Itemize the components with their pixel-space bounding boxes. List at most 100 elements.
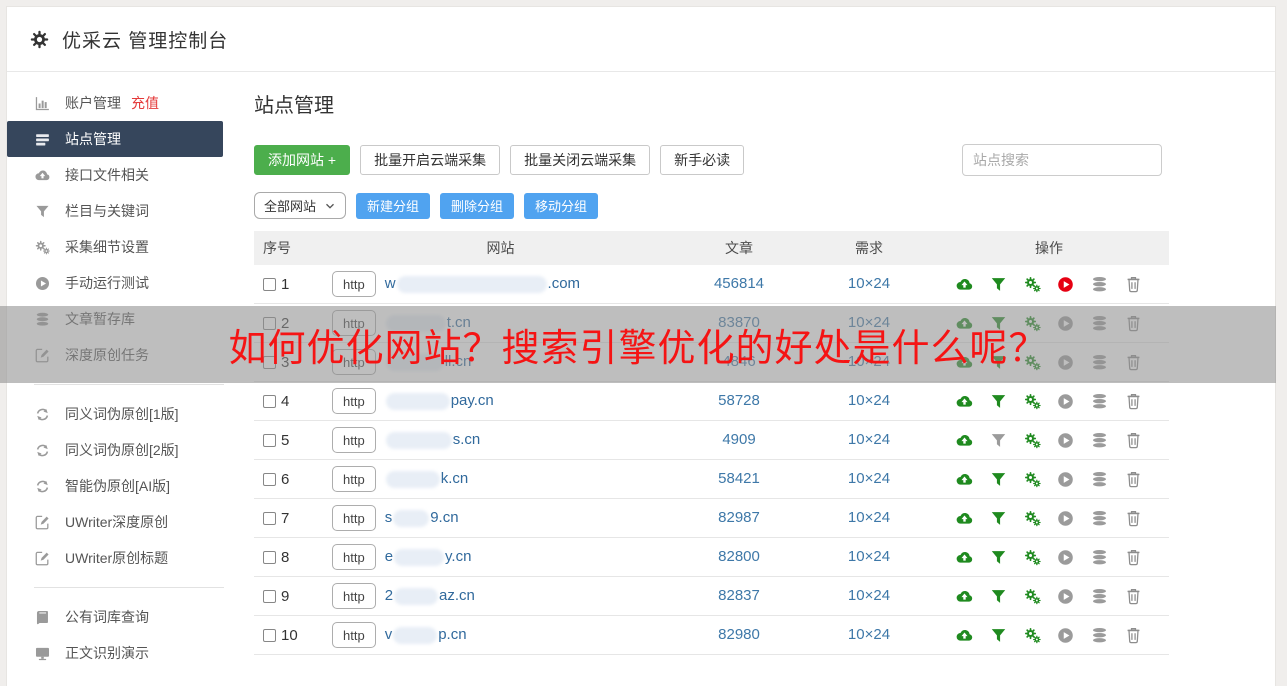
gears-icon[interactable] [1023, 470, 1042, 489]
play-icon[interactable] [1056, 275, 1075, 294]
row-checkbox[interactable] [263, 394, 276, 408]
http-protocol-button[interactable]: http [332, 583, 376, 609]
batch-enable-cloud-button[interactable]: 批量开启云端采集 [360, 145, 501, 175]
batch-disable-cloud-button[interactable]: 批量关闭云端采集 [510, 145, 651, 175]
http-protocol-button[interactable]: http [332, 622, 376, 648]
http-protocol-button[interactable]: http [332, 427, 376, 453]
articles-count-link[interactable]: 4909 [722, 431, 755, 448]
sidebar-item-refresh-icon[interactable]: 同义词伪原创[1版] [7, 396, 223, 432]
site-domain-link[interactable]: s.cn [385, 431, 480, 449]
row-checkbox[interactable] [263, 589, 276, 603]
database-icon[interactable] [1090, 587, 1109, 606]
articles-count-link[interactable]: 58728 [718, 392, 760, 409]
funnel-icon[interactable] [989, 392, 1008, 411]
demand-link[interactable]: 10×24 [848, 275, 890, 292]
gears-icon[interactable] [1023, 275, 1042, 294]
row-checkbox[interactable] [263, 511, 276, 525]
site-domain-link[interactable]: 2 az.cn [385, 587, 475, 605]
funnel-icon[interactable] [989, 548, 1008, 567]
cloud-upload-icon[interactable] [955, 509, 974, 528]
demand-link[interactable]: 10×24 [848, 470, 890, 487]
database-icon[interactable] [1090, 626, 1109, 645]
cloud-upload-icon[interactable] [955, 275, 974, 294]
play-icon[interactable] [1056, 587, 1075, 606]
database-icon[interactable] [1090, 275, 1109, 294]
play-icon[interactable] [1056, 392, 1075, 411]
demand-link[interactable]: 10×24 [848, 587, 890, 604]
sidebar-item-bar-chart-icon[interactable]: 账户管理 充值 [7, 85, 223, 121]
database-icon[interactable] [1090, 392, 1109, 411]
row-checkbox[interactable] [263, 550, 276, 564]
articles-count-link[interactable]: 82837 [718, 587, 760, 604]
demand-link[interactable]: 10×24 [848, 548, 890, 565]
site-domain-link[interactable]: k.cn [385, 470, 468, 488]
sidebar-item-pen-icon[interactable]: UWriter原创标题 [7, 540, 223, 576]
articles-count-link[interactable]: 58421 [718, 470, 760, 487]
sidebar-item-monitor-icon[interactable]: 正文识别演示 [7, 635, 223, 671]
http-protocol-button[interactable]: http [332, 544, 376, 570]
http-protocol-button[interactable]: http [332, 466, 376, 492]
trash-icon[interactable] [1124, 548, 1143, 567]
cloud-upload-icon[interactable] [955, 626, 974, 645]
trash-icon[interactable] [1124, 392, 1143, 411]
demand-link[interactable]: 10×24 [848, 392, 890, 409]
articles-count-link[interactable]: 82800 [718, 548, 760, 565]
gears-icon[interactable] [1023, 392, 1042, 411]
row-checkbox[interactable] [263, 277, 276, 291]
articles-count-link[interactable]: 456814 [714, 275, 764, 292]
gears-icon[interactable] [1023, 509, 1042, 528]
trash-icon[interactable] [1124, 587, 1143, 606]
sidebar-item-gears-icon[interactable]: 采集细节设置 [7, 229, 223, 265]
funnel-icon[interactable] [989, 509, 1008, 528]
cloud-upload-icon[interactable] [955, 470, 974, 489]
articles-count-link[interactable]: 82987 [718, 509, 760, 526]
sidebar-item-book-icon[interactable]: 公有词库查询 [7, 599, 223, 635]
row-checkbox[interactable] [263, 472, 276, 486]
sidebar-item-list-icon[interactable]: 站点管理 [7, 121, 223, 157]
row-checkbox[interactable] [263, 433, 276, 447]
site-domain-link[interactable]: w .com [385, 275, 580, 293]
sidebar-item-pen-icon[interactable]: UWriter深度原创 [7, 504, 223, 540]
database-icon[interactable] [1090, 509, 1109, 528]
new-group-button[interactable]: 新建分组 [356, 192, 431, 219]
gears-icon[interactable] [1023, 587, 1042, 606]
play-icon[interactable] [1056, 431, 1075, 450]
sidebar-item-play-icon[interactable]: 手动运行测试 [7, 265, 223, 301]
recharge-link[interactable]: 充值 [131, 93, 159, 113]
http-protocol-button[interactable]: http [332, 388, 376, 414]
site-search-input[interactable] [962, 144, 1162, 176]
play-icon[interactable] [1056, 626, 1075, 645]
site-domain-link[interactable]: s 9.cn [385, 509, 459, 527]
site-domain-link[interactable]: pay.cn [385, 392, 494, 410]
site-domain-link[interactable]: v p.cn [385, 626, 467, 644]
articles-count-link[interactable]: 82980 [718, 626, 760, 643]
http-protocol-button[interactable]: http [332, 271, 376, 297]
play-icon[interactable] [1056, 548, 1075, 567]
database-icon[interactable] [1090, 548, 1109, 567]
gears-icon[interactable] [1023, 626, 1042, 645]
cloud-upload-icon[interactable] [955, 587, 974, 606]
sidebar-item-refresh-icon[interactable]: 智能伪原创[AI版] [7, 468, 223, 504]
row-checkbox[interactable] [263, 628, 276, 642]
sidebar-item-refresh-icon[interactable]: 同义词伪原创[2版] [7, 432, 223, 468]
gears-icon[interactable] [1023, 431, 1042, 450]
play-icon[interactable] [1056, 509, 1075, 528]
cloud-upload-icon[interactable] [955, 392, 974, 411]
move-group-button[interactable]: 移动分组 [524, 192, 599, 219]
cloud-upload-icon[interactable] [955, 548, 974, 567]
delete-group-button[interactable]: 删除分组 [440, 192, 515, 219]
trash-icon[interactable] [1124, 470, 1143, 489]
funnel-icon[interactable] [989, 587, 1008, 606]
demand-link[interactable]: 10×24 [848, 431, 890, 448]
trash-icon[interactable] [1124, 509, 1143, 528]
funnel-icon[interactable] [989, 626, 1008, 645]
database-icon[interactable] [1090, 431, 1109, 450]
play-icon[interactable] [1056, 470, 1075, 489]
site-domain-link[interactable]: e y.cn [385, 548, 471, 566]
demand-link[interactable]: 10×24 [848, 626, 890, 643]
trash-icon[interactable] [1124, 275, 1143, 294]
add-site-button[interactable]: 添加网站 + [254, 145, 351, 175]
database-icon[interactable] [1090, 470, 1109, 489]
funnel-icon[interactable] [989, 431, 1008, 450]
http-protocol-button[interactable]: http [332, 505, 376, 531]
